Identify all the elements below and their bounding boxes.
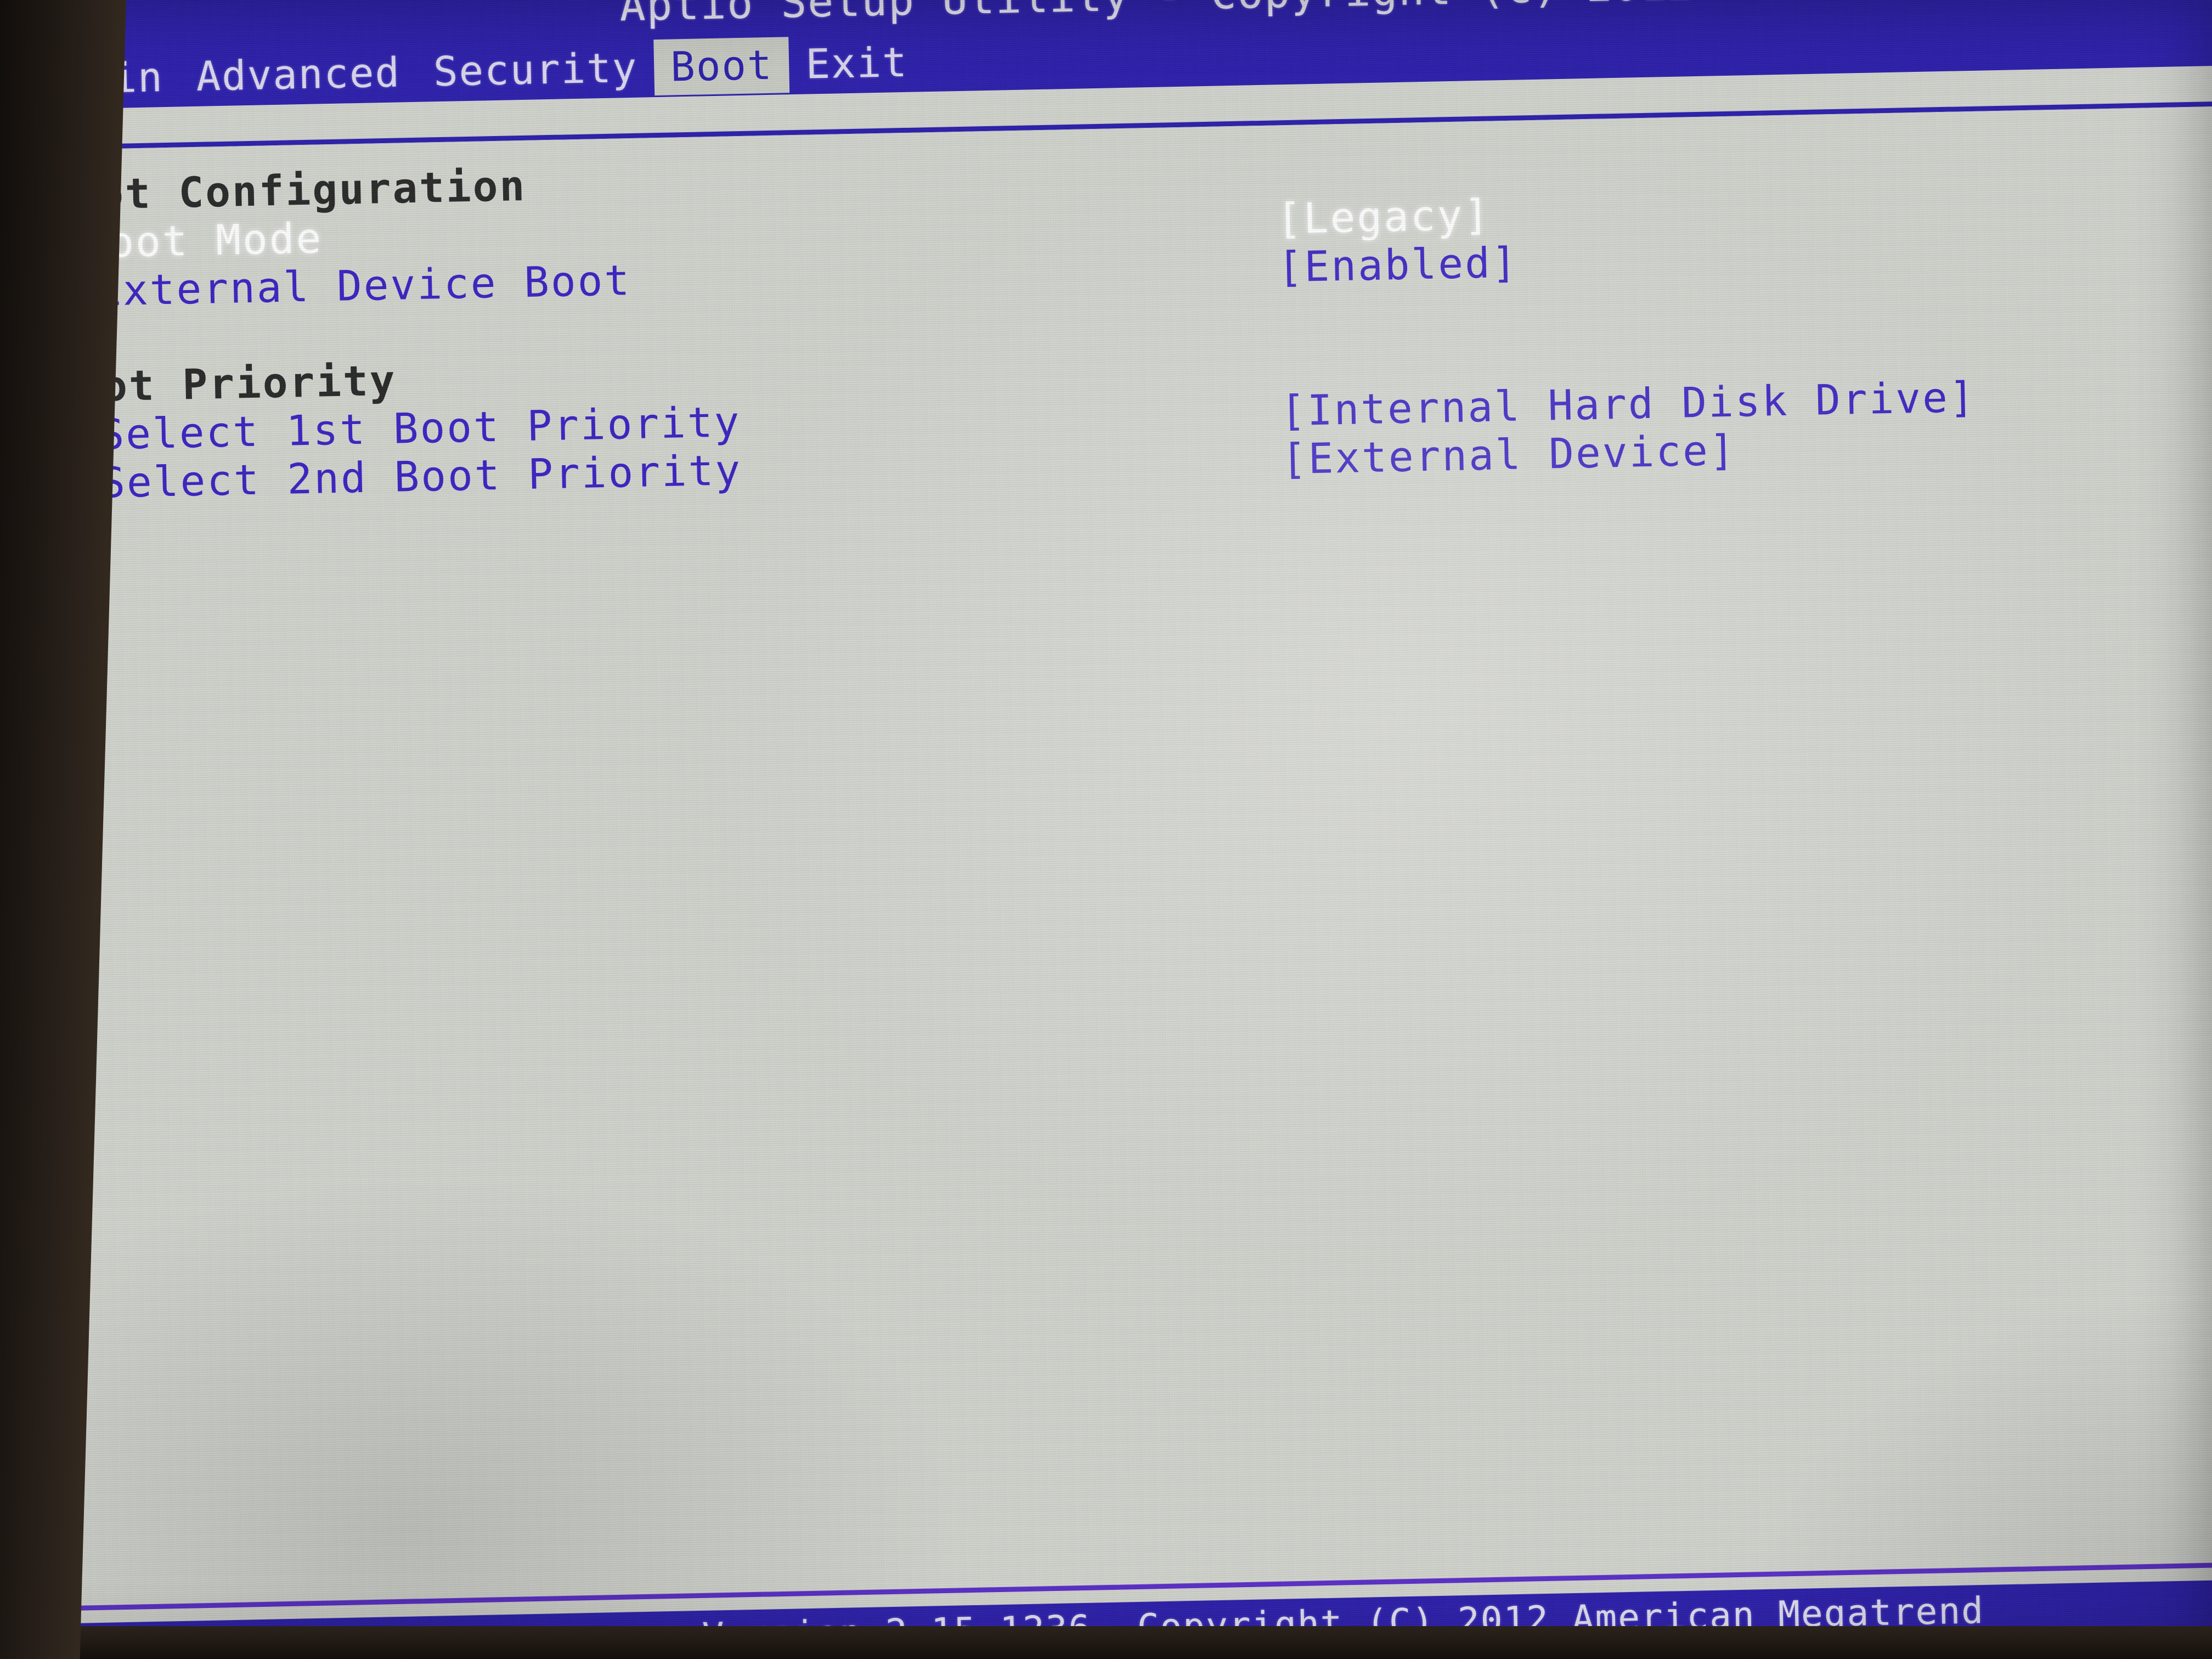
option-value-external-device-boot[interactable]: [Enabled] bbox=[1277, 238, 1519, 291]
option-value-boot-mode[interactable]: [Legacy] bbox=[1276, 190, 1491, 243]
tab-boot[interactable]: Boot bbox=[653, 37, 790, 96]
option-value-select-2nd-boot-priority[interactable]: [External Device] bbox=[1281, 425, 1736, 483]
screen-photo: Aptio Setup Utility - Copyright (C) 2012… bbox=[0, 0, 2212, 1659]
tab-exit[interactable]: Exit bbox=[788, 34, 924, 93]
tab-advanced[interactable]: Advanced bbox=[179, 44, 417, 105]
laptop-bezel-bottom bbox=[0, 1626, 2212, 1659]
bios-screen: Aptio Setup Utility - Copyright (C) 2012… bbox=[0, 0, 2212, 1659]
setup-options-list: Boot Configuration Boot Mode [Legacy] Ex… bbox=[44, 127, 2212, 507]
tab-security[interactable]: Security bbox=[416, 40, 654, 100]
